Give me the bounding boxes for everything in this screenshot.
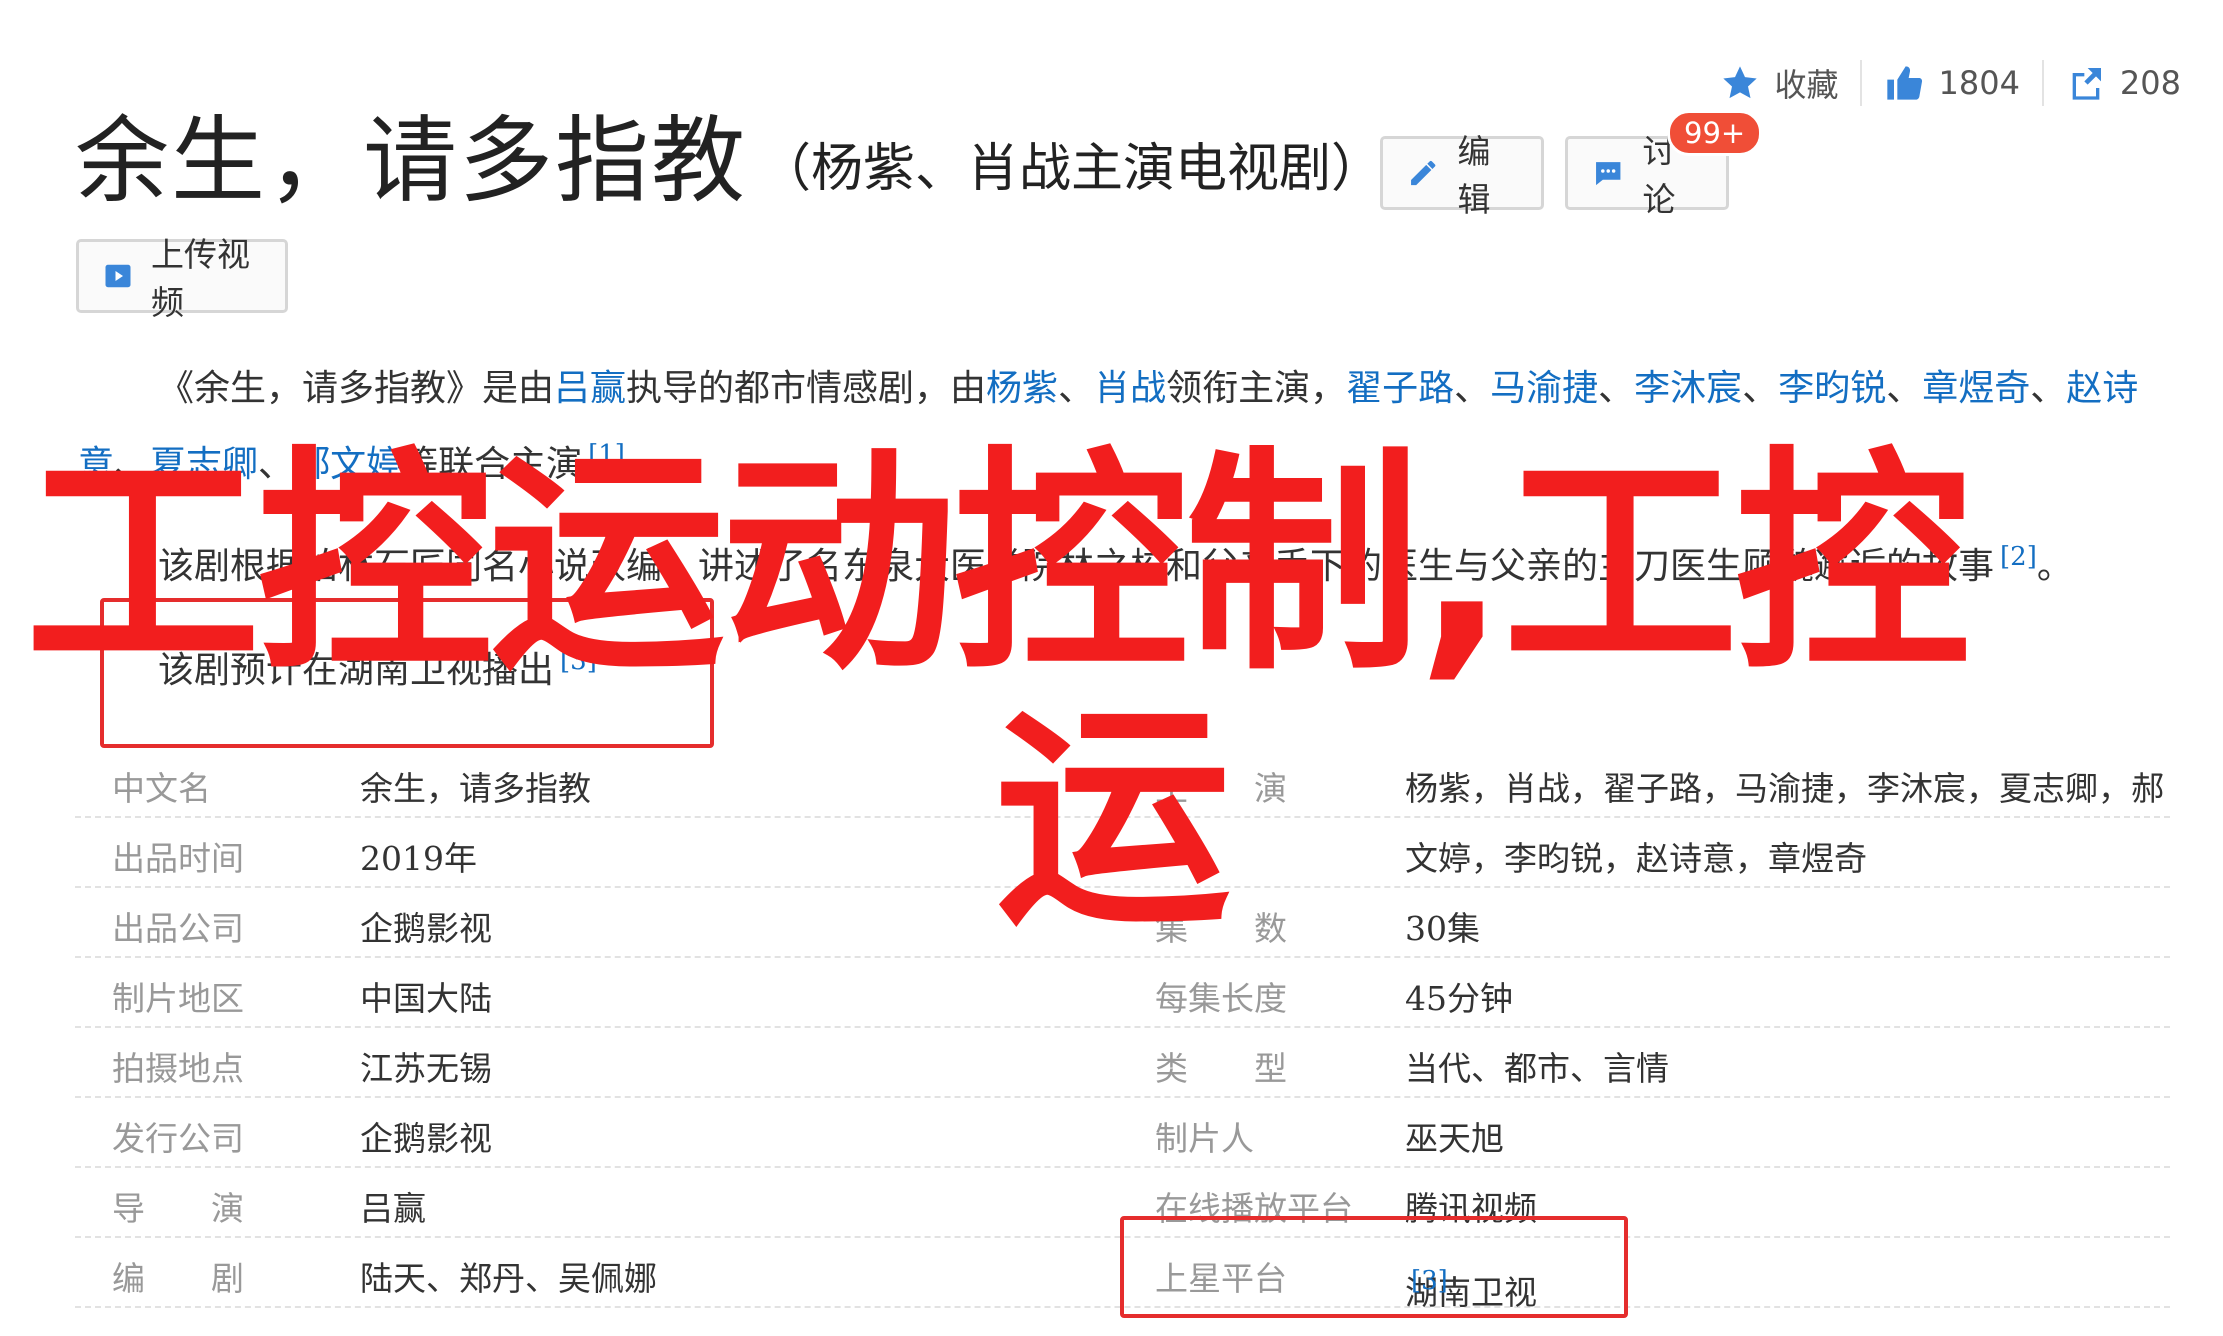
- actor-link[interactable]: 翟子路: [1346, 368, 1454, 409]
- info-label: 制片地区: [112, 979, 244, 1018]
- info-value: 杨紫，肖战，翟子路，马渝捷，李沐宸，夏志卿，郝: [1405, 769, 2164, 808]
- info-value: 当代、都市、言情: [1405, 1049, 1669, 1088]
- info-value: 中国大陆: [360, 979, 492, 1018]
- intro-text: 《余生，请多指教》是由: [158, 368, 555, 409]
- info-value: 2019年: [360, 839, 477, 878]
- edit-button[interactable]: 编辑: [1380, 132, 1544, 219]
- separator: 、: [1742, 368, 1779, 409]
- pencil-icon: [1411, 160, 1436, 186]
- title-row: 余生，请多指教 （杨紫、肖战主演电视剧）: [75, 107, 1384, 216]
- info-value: 江苏无锡: [360, 1049, 492, 1088]
- info-label: 制片人: [1155, 1119, 1254, 1158]
- separator: 、: [1886, 368, 1923, 409]
- table-row: 发行公司 企鹅影视 制片人 巫天旭: [75, 1098, 2170, 1168]
- intro-text: 执导的都市情感剧，由: [626, 368, 987, 409]
- info-label: 发行公司: [112, 1119, 244, 1158]
- separator: 、: [1598, 368, 1635, 409]
- share-count: 208: [2119, 64, 2181, 102]
- top-toolbar: 收藏 1804 208: [1698, 60, 2203, 106]
- intro-text: 领衔主演，: [1166, 368, 1347, 409]
- upload-video-button[interactable]: 上传视频: [76, 235, 288, 322]
- separator: 、: [2030, 368, 2067, 409]
- reference-link[interactable]: [2]: [2000, 542, 2037, 572]
- info-label: 编 剧: [112, 1259, 244, 1298]
- chat-icon: [1596, 162, 1621, 186]
- like-button[interactable]: 1804: [1862, 63, 2041, 103]
- info-value: 陆天、郑丹、吴佩娜: [360, 1259, 657, 1298]
- discuss-count-badge: 99+: [1667, 110, 1763, 156]
- info-label: 导 演: [112, 1189, 244, 1228]
- thumbs-up-icon: [1887, 66, 1923, 100]
- table-row: 制片地区 中国大陆 每集长度 45分钟: [75, 958, 2170, 1028]
- info-value: 企鹅影视: [360, 909, 492, 948]
- share-button[interactable]: 208: [2044, 63, 2203, 103]
- info-value: 吕赢: [360, 1189, 426, 1228]
- info-value: 余生，请多指教: [360, 769, 591, 808]
- actor-link[interactable]: 章煜奇: [1922, 368, 2030, 409]
- star-icon: [1723, 66, 1758, 99]
- info-label: 出品公司: [112, 909, 244, 948]
- actor-link[interactable]: 李沐宸: [1634, 368, 1742, 409]
- actor-link[interactable]: 肖战: [1094, 368, 1166, 409]
- info-value: 巫天旭: [1405, 1119, 1504, 1158]
- table-row: 拍摄地点 江苏无锡 类 型 当代、都市、言情: [75, 1028, 2170, 1098]
- separator: 、: [1058, 368, 1095, 409]
- share-icon: [2072, 68, 2101, 100]
- favorite-label: 收藏: [1774, 66, 1839, 104]
- info-label: 类 型: [1155, 1049, 1287, 1088]
- info-label: 每集长度: [1155, 979, 1287, 1018]
- info-value: 企鹅影视: [360, 1119, 492, 1158]
- info-label: 拍摄地点: [112, 1049, 244, 1088]
- watermark-text: 工控运动控制,工控: [25, 427, 1971, 702]
- intro-text: 。: [2036, 546, 2073, 587]
- info-value: 45分钟: [1405, 979, 1513, 1018]
- watermark-text: 运: [995, 682, 1232, 957]
- page-title: 余生，请多指教: [75, 107, 748, 216]
- upload-label: 上传视频: [151, 235, 250, 322]
- info-value: 30集: [1405, 909, 1480, 948]
- actor-link[interactable]: 马渝捷: [1490, 368, 1598, 409]
- edit-label: 编辑: [1457, 132, 1491, 219]
- video-play-icon: [105, 264, 131, 288]
- highlight-box: [1120, 1216, 1628, 1318]
- actor-link[interactable]: 李昀锐: [1778, 368, 1886, 409]
- page-subtitle: （杨紫、肖战主演电视剧）: [759, 139, 1384, 200]
- info-label: 出品时间: [112, 839, 244, 878]
- director-link[interactable]: 吕赢: [554, 368, 626, 409]
- info-value: 文婷，李昀锐，赵诗意，章煜奇: [1405, 839, 1867, 878]
- info-label: 中文名: [112, 769, 211, 808]
- actor-link[interactable]: 杨紫: [986, 368, 1058, 409]
- like-count: 1804: [1938, 64, 2020, 102]
- favorite-button[interactable]: 收藏: [1698, 60, 1860, 106]
- separator: 、: [1454, 368, 1491, 409]
